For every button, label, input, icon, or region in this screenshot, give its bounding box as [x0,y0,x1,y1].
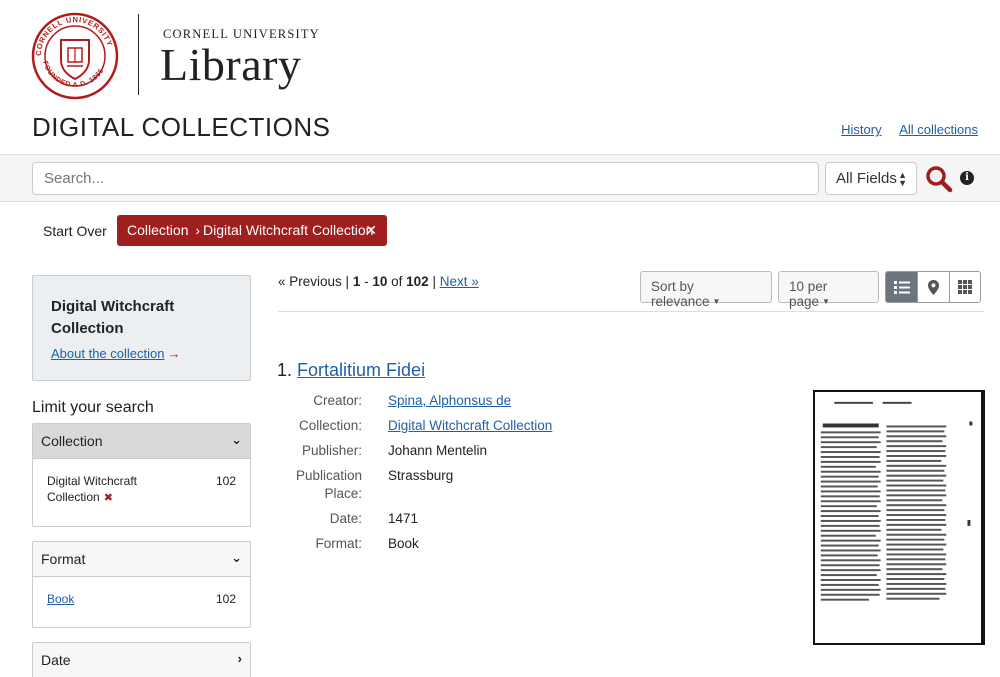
remove-constraint-icon[interactable]: ✕ [365,222,377,239]
sort-dropdown[interactable]: Sort by relevance ▼ [640,271,772,309]
format-value: Book [388,536,419,551]
select-arrows-icon: ▲ ▼ [898,170,907,188]
search-icon[interactable] [925,165,953,193]
logo-divider [138,14,139,95]
chevron-right-icon: › [195,222,201,238]
facet-format-label: Format [41,551,86,567]
publisher-value: Johann Mentelin [388,443,488,458]
result-title-link[interactable]: Fortalitium Fidei [297,360,425,380]
logo-library-wordmark[interactable]: Library [160,38,301,91]
collection-constraint-badge[interactable]: Collection › Digital Witchcraft Collectio… [117,215,387,246]
result-thumbnail[interactable] [813,390,985,645]
map-view-button[interactable] [917,272,949,302]
search-field-value: All Fields [836,170,897,187]
chevron-right-icon: › [237,651,242,666]
history-link[interactable]: History [841,122,881,137]
facet-collection-count: 102 [215,474,236,488]
view-type-group [885,271,981,303]
facet-date: Date › [32,642,251,677]
text-lines-left [820,431,881,601]
metadata-row: Date: 1471 [278,510,798,528]
facet-format-body: Book 102 [33,577,250,621]
facet-date-label: Date [41,652,71,668]
metadata-label: Collection: [298,418,362,433]
publication-place-value: Strassburg [388,468,454,483]
facet-collection-value: Digital Witchcraft Collection ✖ [47,473,167,506]
top-nav-links: History All collections [827,122,978,137]
about-collection-link-label: About the collection [51,346,165,361]
facet-collection-label: Collection [41,433,103,449]
date-value: 1471 [388,511,419,526]
range-start: 1 [352,274,361,289]
sort-dropdown-label: Sort by relevance [651,279,710,309]
previous-link[interactable]: « Previous [278,274,342,289]
caret-down-icon: ▼ [712,297,721,306]
metadata-label: Publication Place: [295,468,362,501]
results-pager: « Previous | 1 - 10 of 102 | Next » [278,274,479,289]
facet-collection-toggle[interactable]: Collection ⌄ [33,424,250,459]
search-field-select[interactable]: All Fields ▲ ▼ [825,162,917,195]
info-icon[interactable]: i [960,171,974,185]
caret-down-icon: ▼ [822,297,830,306]
collection-about-box: Digital Witchcraft Collection About the … [32,275,251,381]
next-link[interactable]: Next » [440,274,479,289]
start-over-link[interactable]: Start Over [43,223,107,239]
search-input[interactable] [32,162,819,195]
arrow-right-icon: → [167,346,181,361]
list-icon [893,280,910,294]
facet-collection: Collection ⌄ Digital Witchcraft Collecti… [32,423,251,527]
metadata-label: Publisher: [301,443,362,458]
metadata-row: Publisher: Johann Mentelin [278,442,798,460]
collection-link[interactable]: Digital Witchcraft Collection [388,418,552,433]
cornell-seal-logo[interactable]: CORNELL UNIVERSITY FOUNDED A.D. 1865 [31,12,119,100]
result-metadata: Creator: Spina, Alphonsus de Collection:… [278,392,798,560]
collection-about-title: Digital Witchcraft Collection [51,298,175,337]
total-results: 102 [406,274,429,289]
constraint-filter-name: Collection [127,222,189,238]
chevron-down-icon: ⌄ [231,550,242,565]
search-bar: All Fields ▲▼ i [0,154,1000,202]
facet-collection-value-text: Digital Witchcraft Collection [47,474,138,504]
metadata-label: Date: [329,511,362,526]
remove-facet-icon[interactable]: ✖ [104,492,113,504]
limit-search-heading: Limit your search [32,399,154,416]
range-end: 10 [372,274,388,289]
facet-format-count: 102 [215,592,236,606]
chevron-down-icon: ⌄ [231,432,242,447]
facet-format-value-link[interactable]: Book [47,592,74,606]
facet-date-toggle[interactable]: Date › [33,643,250,677]
svg-text:FOUNDED A.D. 1865: FOUNDED A.D. 1865 [41,60,105,89]
facet-collection-body: Digital Witchcraft Collection ✖ 102 [33,459,250,520]
result-number: 1. [277,360,293,380]
results-divider [278,311,984,312]
metadata-row: Creator: Spina, Alphonsus de [278,392,798,410]
site-title: DIGITAL COLLECTIONS [32,112,331,142]
constraint-filter-value: Digital Witchcraft Collection [203,222,374,238]
list-view-button[interactable] [886,272,918,302]
gallery-view-button[interactable] [948,272,980,302]
range-of: of [391,274,403,289]
metadata-label: Format: [315,536,362,551]
metadata-row: Collection: Digital Witchcraft Collectio… [278,417,798,435]
creator-link[interactable]: Spina, Alphonsus de [388,393,511,408]
map-pin-icon [927,279,939,295]
per-page-dropdown[interactable]: 10 per page ▼ [778,271,879,309]
all-collections-link[interactable]: All collections [899,122,978,137]
facet-format-toggle[interactable]: Format ⌄ [33,542,250,577]
metadata-row: Format: Book [278,535,798,553]
grid-icon [957,280,972,294]
about-collection-link[interactable]: About the collection [51,346,164,361]
result-title: 1. Fortalitium Fidei [277,360,425,381]
metadata-label: Creator: [313,393,362,408]
metadata-row: Publication Place: Strassburg [278,467,798,503]
facet-format: Format ⌄ Book 102 [32,541,251,628]
